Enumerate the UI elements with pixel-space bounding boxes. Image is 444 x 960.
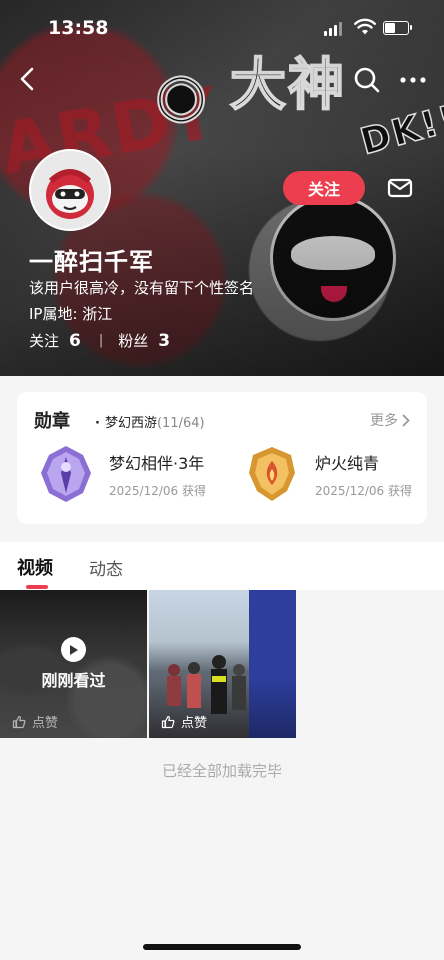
search-icon[interactable] bbox=[353, 66, 381, 94]
medal-date: 2025/12/06 获得 bbox=[109, 483, 206, 498]
like-label: 点赞 bbox=[181, 716, 208, 731]
wifi-icon bbox=[354, 18, 376, 35]
followers-stat[interactable]: 粉丝 3 bbox=[118, 330, 170, 351]
medal-title-text: 勋章 bbox=[34, 411, 70, 432]
like-label: 点赞 bbox=[32, 716, 59, 731]
medal-name: 炉火纯青 bbox=[315, 453, 380, 473]
thumbs-up-icon bbox=[161, 715, 175, 728]
followers-count: 3 bbox=[158, 330, 171, 351]
medal-name: 梦幻相伴·3年 bbox=[109, 453, 205, 473]
status-bar: 13:58 bbox=[0, 0, 444, 56]
follow-stats: 关注 6 | 粉丝 3 bbox=[29, 329, 170, 351]
video-thumbnail[interactable]: 点赞 bbox=[149, 590, 296, 738]
following-stat[interactable]: 关注 6 bbox=[29, 330, 81, 351]
tab-indicator bbox=[26, 585, 48, 589]
message-icon[interactable] bbox=[386, 176, 416, 200]
avatar[interactable] bbox=[29, 149, 111, 231]
like-count: 点赞 bbox=[161, 712, 207, 731]
following-label: 关注 bbox=[29, 331, 60, 350]
bio: 该用户很高冷，没有留下个性签名 bbox=[29, 279, 255, 297]
medal-count: (11/64) bbox=[156, 416, 205, 431]
back-icon[interactable] bbox=[14, 64, 44, 94]
play-icon bbox=[61, 637, 86, 662]
medal-more-link[interactable]: 更多 bbox=[370, 410, 410, 430]
chevron-right-icon bbox=[402, 414, 410, 426]
end-of-list-text: 已经全部加载完毕 bbox=[161, 762, 282, 780]
medal-game: · 梦幻西游(11/64) bbox=[95, 412, 205, 431]
tab-video[interactable]: 视频 bbox=[17, 554, 53, 580]
status-time: 13:58 bbox=[48, 17, 109, 39]
medal-item[interactable]: 炉火纯青 2025/12/06 获得 bbox=[241, 444, 412, 504]
gold-medal-icon bbox=[249, 447, 295, 501]
medal-date: 2025/12/06 获得 bbox=[315, 483, 412, 498]
stats-divider: | bbox=[98, 332, 104, 348]
username: 一醉扫千军 bbox=[29, 248, 154, 276]
followers-label: 粉丝 bbox=[118, 331, 149, 350]
content-tabs: 视频 动态 bbox=[0, 542, 444, 590]
medal-item[interactable]: 梦幻相伴·3年 2025/12/06 获得 bbox=[35, 444, 206, 504]
follow-button[interactable]: 关注 bbox=[283, 171, 365, 205]
ip-location: IP属地: 浙江 bbox=[29, 305, 113, 323]
profile-info: 关注 一醉扫千军 该用户很高冷，没有留下个性签名 IP属地: 浙江 关注 6 | … bbox=[0, 140, 444, 376]
top-nav bbox=[0, 56, 444, 104]
battery-icon bbox=[383, 21, 412, 35]
medal-game-name: 梦幻西游 bbox=[104, 416, 157, 431]
following-count: 6 bbox=[69, 330, 81, 351]
home-indicator bbox=[143, 944, 301, 950]
signal-icon bbox=[324, 22, 342, 36]
thumbnail-crowd-image bbox=[167, 655, 246, 714]
tab-dynamic[interactable]: 动态 bbox=[89, 555, 123, 580]
video-thumbnail[interactable]: 刚刚看过 点赞 bbox=[0, 590, 147, 738]
medal-title: 勋章 bbox=[34, 407, 70, 433]
more-label: 更多 bbox=[370, 413, 398, 429]
recently-watched-label: 刚刚看过 bbox=[41, 671, 106, 690]
thumbs-up-icon bbox=[12, 715, 26, 728]
like-count: 点赞 bbox=[12, 712, 58, 731]
video-grid: 刚刚看过 点赞 点赞 bbox=[0, 590, 444, 738]
purple-medal-icon bbox=[41, 446, 91, 502]
avatar-illustration-icon bbox=[31, 151, 109, 229]
more-options-icon[interactable] bbox=[398, 68, 428, 92]
medal-card: 勋章 · 梦幻西游(11/64) 更多 梦幻相伴·3年 2025/12/06 获得… bbox=[17, 392, 427, 524]
medal-dot: · bbox=[95, 416, 100, 431]
